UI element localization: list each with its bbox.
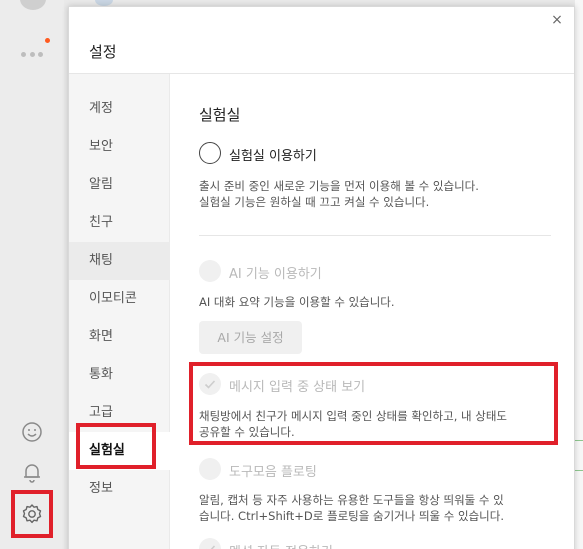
lab-description-line-1: 출시 준비 중인 새로운 기능을 먼저 이용해 볼 수 있습니다. [199,179,479,193]
sidebar-item-account[interactable]: 계정 [69,90,170,128]
bell-icon[interactable] [20,460,44,484]
settings-content: 실험실 실험실 이용하기 출시 준비 중인 새로운 기능을 먼저 이용해 볼 수… [171,74,575,549]
floating-toolbar-label[interactable]: 도구모음 플로팅 [229,461,317,480]
gear-highlight-box [11,490,53,538]
ai-settings-button[interactable]: AI 기능 설정 [199,321,302,354]
mention-auto-label[interactable]: 멘션 자동 적용하기 [229,541,333,549]
section-divider [199,235,551,236]
ai-enable-label[interactable]: AI 기능 이용하기 [229,263,322,282]
mention-auto-checkbox[interactable] [199,538,221,549]
lab-menu-highlight-box [76,423,156,469]
section-title: 실험실 [199,106,241,124]
close-icon[interactable]: × [548,11,566,29]
floating-toolbar-radio[interactable] [199,458,221,480]
floating-toolbar-description-line-2: 습니다. Ctrl+Shift+D로 플로팅을 숨기거나 띄울 수 있습니다. [199,509,504,523]
sidebar-item-emoticons[interactable]: 이모티콘 [69,280,170,318]
sidebar-item-friends[interactable]: 친구 [69,204,170,242]
emoji-icon[interactable] [20,420,44,444]
chat-icon[interactable] [20,0,46,10]
floating-toolbar-description-line-1: 알림, 캡처 등 자주 사용하는 유용한 도구들을 항상 띄워둘 수 있 [199,493,504,507]
sidebar-item-display[interactable]: 화면 [69,318,170,356]
lab-description-line-2: 실험실 기능은 원하실 때 끄고 켜실 수 있습니다. [199,195,430,209]
settings-sidebar: 계정 보안 알림 친구 채팅 이모티콘 화면 통화 고급 실험실 정보 [69,74,170,549]
ai-enable-radio[interactable] [199,260,221,282]
background-chat-strip [575,0,583,549]
sidebar-item-chat[interactable]: 채팅 [69,242,170,280]
lab-enable-radio[interactable] [199,142,221,164]
ai-description: AI 대화 요약 기능을 이용할 수 있습니다. [199,295,395,309]
dialog-title: 설정 [89,43,117,61]
settings-dialog: × 설정 계정 보안 알림 친구 채팅 이모티콘 화면 통화 고급 실험실 정보… [68,6,575,549]
lab-enable-label[interactable]: 실험실 이용하기 [229,145,317,164]
typing-status-highlight-box [189,362,558,445]
checkmark-icon [206,545,216,549]
sidebar-item-calls[interactable]: 통화 [69,356,170,394]
app-rail [0,0,64,549]
notification-dot [45,38,50,43]
sidebar-item-notifications[interactable]: 알림 [69,166,170,204]
sidebar-item-info[interactable]: 정보 [69,470,170,508]
more-icon[interactable] [21,52,43,58]
sidebar-item-security[interactable]: 보안 [69,128,170,166]
